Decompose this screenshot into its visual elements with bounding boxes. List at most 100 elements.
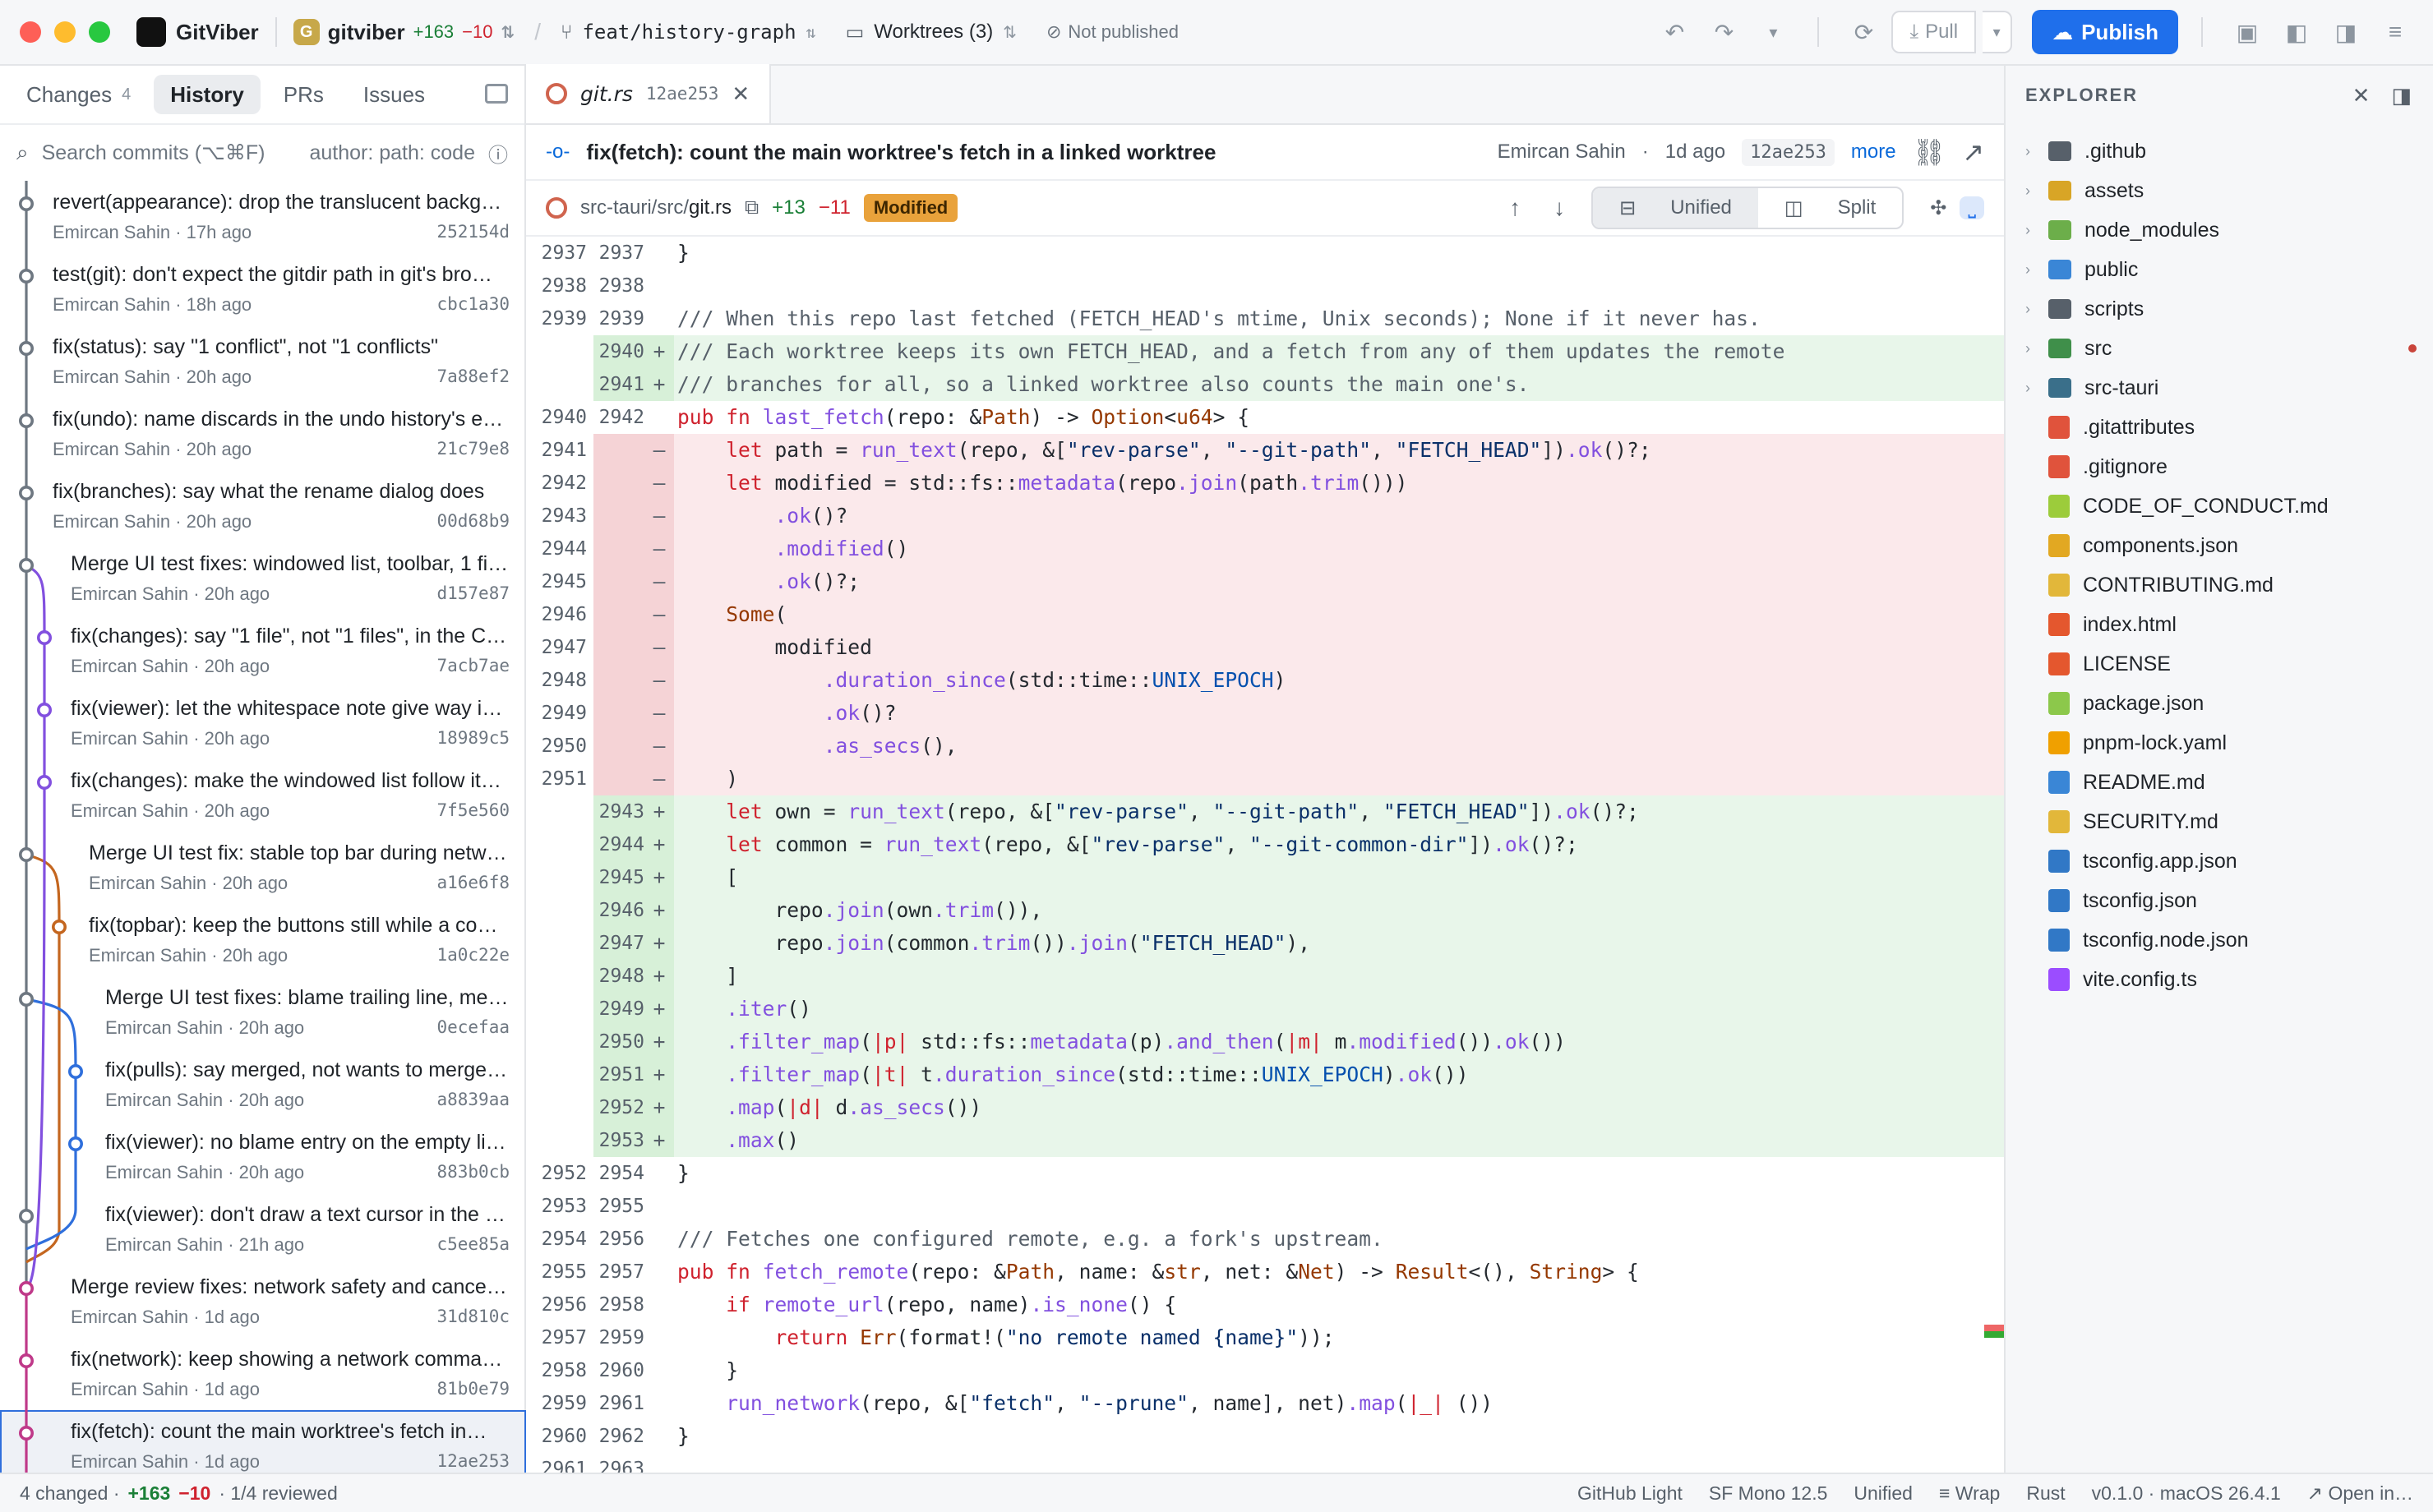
history-dropdown-icon[interactable]: ▾ <box>1752 11 1794 53</box>
diff-line-context[interactable]: 2940 2942 pub fn last_fetch(repo: &Path) -… <box>526 401 2004 434</box>
tab-issues[interactable]: Issues <box>347 75 441 114</box>
arrow-up-icon[interactable]: ↑ <box>1509 195 1521 221</box>
diff-line-context[interactable]: 2957 2959 return Err(format!("no remote n… <box>526 1321 2004 1354</box>
pull-options-button[interactable]: ▾ <box>1983 11 2013 53</box>
diff-line-context[interactable]: 2958 2960 } <box>526 1354 2004 1387</box>
undo-icon[interactable]: ↶ <box>1653 11 1696 53</box>
folder-item[interactable]: › .github <box>2006 131 2433 171</box>
editor-tab-git-rs[interactable]: git.rs 12ae253 ✕ <box>526 64 772 123</box>
diff-line-removed[interactable]: 2950 — .as_secs(), <box>526 730 2004 763</box>
zoom-window-button[interactable] <box>89 21 110 43</box>
split-view-button[interactable]: ◫ Split <box>1758 188 1902 228</box>
folder-item[interactable]: › node_modules <box>2006 210 2433 250</box>
collapse-unchanged-icon[interactable]: ✣ <box>1930 196 1946 220</box>
pull-button[interactable]: ⤓ Pull <box>1891 11 1977 53</box>
diff-line-removed[interactable]: 2945 — .ok()?; <box>526 565 2004 598</box>
branch-switcher[interactable]: ⑂ feat/history-graph ⇅ <box>561 21 816 44</box>
folder-item[interactable]: › src <box>2006 329 2433 368</box>
terminal-icon[interactable]: ▣ <box>2226 11 2269 53</box>
diff-line-context[interactable]: 2953 2955 <box>526 1190 2004 1223</box>
diff-body[interactable]: 2937 2937} 2938 2938 2939 2939 /// When this … <box>526 237 2004 1473</box>
diff-line-context[interactable]: 2959 2961 run_network(repo, &["fetch", "-… <box>526 1387 2004 1420</box>
collapse-panel-icon[interactable]: ◨ <box>2391 83 2413 108</box>
left-sidebar-toggle-icon[interactable]: ◧ <box>2275 11 2318 53</box>
right-sidebar-toggle-icon[interactable]: ◨ <box>2325 11 2367 53</box>
folder-item[interactable]: › assets <box>2006 171 2433 210</box>
search-input[interactable]: Search commits (⌥⌘F) <box>42 141 297 165</box>
diff-line-removed[interactable]: 2944 — .modified() <box>526 532 2004 565</box>
commit-search[interactable]: ⌕ Search commits (⌥⌘F) author: path: cod… <box>0 125 524 181</box>
copy-icon[interactable]: ⧉ <box>745 196 759 219</box>
file-item[interactable]: .gitattributes <box>2006 408 2433 447</box>
file-item[interactable]: LICENSE <box>2006 644 2433 684</box>
diff-line-context[interactable]: 2955 2957 pub fn fetch_remote(repo: &Path,… <box>526 1256 2004 1288</box>
diff-line-context[interactable]: 2937 2937} <box>526 237 2004 270</box>
diff-line-added[interactable]: 2946 + repo.join(own.trim()), <box>526 894 2004 927</box>
arrow-down-icon[interactable]: ↓ <box>1554 195 1565 221</box>
chevron-right-icon[interactable]: › <box>2025 380 2048 397</box>
language-selector[interactable]: Rust <box>2026 1482 2065 1505</box>
diff-line-context[interactable]: 2952 2954} <box>526 1157 2004 1190</box>
font-selector[interactable]: SF Mono 12.5 <box>1709 1482 1827 1505</box>
diff-line-added[interactable]: 2950 + .filter_map(|p| std::fs::metadata(… <box>526 1026 2004 1058</box>
diff-line-removed[interactable]: 2946 — Some( <box>526 598 2004 631</box>
file-item[interactable]: CODE_OF_CONDUCT.md <box>2006 486 2433 526</box>
file-item[interactable]: index.html <box>2006 605 2433 644</box>
redo-icon[interactable]: ↷ <box>1702 11 1745 53</box>
diff-line-added[interactable]: 2948 + ] <box>526 960 2004 993</box>
diff-line-removed[interactable]: 2949 — .ok()? <box>526 697 2004 730</box>
diff-line-added[interactable]: 2952 + .map(|d| d.as_secs()) <box>526 1091 2004 1124</box>
folder-item[interactable]: › scripts <box>2006 289 2433 329</box>
chevron-right-icon[interactable]: › <box>2025 182 2048 200</box>
close-tab-icon[interactable]: ✕ <box>732 81 750 107</box>
file-item[interactable]: .gitignore <box>2006 447 2433 486</box>
chevron-right-icon[interactable]: › <box>2025 261 2048 279</box>
close-icon[interactable]: ✕ <box>2352 83 2372 108</box>
wrap-toggle[interactable]: ≡ Wrap <box>1939 1482 2000 1505</box>
commit-sha[interactable]: 12ae253 <box>1742 138 1835 166</box>
open-in-button[interactable]: ↗ Open in… <box>2307 1482 2413 1505</box>
file-item[interactable]: package.json <box>2006 684 2433 723</box>
diff-line-context[interactable]: 2954 2956 /// Fetches one configured remot… <box>526 1223 2004 1256</box>
diff-line-context[interactable]: 2939 2939 /// When this repo last fetched … <box>526 302 2004 335</box>
diff-line-removed[interactable]: 2941 — let path = run_text(repo, &["rev-p… <box>526 434 2004 467</box>
diff-line-added[interactable]: 2953 + .max() <box>526 1124 2004 1157</box>
link-icon[interactable]: ⛓ <box>1913 136 1946 168</box>
diff-line-context[interactable]: 2960 2962} <box>526 1420 2004 1453</box>
diff-line-added[interactable]: 2947 + repo.join(common.trim()).join("FET… <box>526 927 2004 960</box>
tab-history[interactable]: History <box>154 75 261 114</box>
diff-line-context[interactable]: 2961 2963 <box>526 1453 2004 1473</box>
external-link-icon[interactable]: ↗ <box>1962 136 1984 168</box>
folder-item[interactable]: › src-tauri <box>2006 368 2433 408</box>
file-item[interactable]: CONTRIBUTING.md <box>2006 565 2433 605</box>
app-brand[interactable]: GitViber <box>136 17 259 47</box>
file-item[interactable]: pnpm-lock.yaml <box>2006 723 2433 763</box>
unified-view-button[interactable]: ⊟ Unified <box>1593 188 1758 228</box>
diff-line-added[interactable]: 2949 + .iter() <box>526 993 2004 1026</box>
chevron-right-icon[interactable]: › <box>2025 222 2048 239</box>
minimize-window-button[interactable] <box>54 21 76 43</box>
diff-line-context[interactable]: 2956 2958 if remote_url(repo, name).is_no… <box>526 1288 2004 1321</box>
publish-button[interactable]: ☁ Publish <box>2032 10 2178 54</box>
whitespace-toggle-icon[interactable]: ⎵ <box>1960 196 1984 219</box>
chevron-right-icon[interactable]: › <box>2025 340 2048 357</box>
diff-line-context[interactable]: 2938 2938 <box>526 270 2004 302</box>
chevron-right-icon[interactable]: › <box>2025 143 2048 160</box>
refresh-icon[interactable]: ⟳ <box>1842 11 1885 53</box>
file-item[interactable]: tsconfig.app.json <box>2006 841 2433 881</box>
diff-line-added[interactable]: 2951 + .filter_map(|t| t.duration_since(s… <box>526 1058 2004 1091</box>
more-link[interactable]: more <box>1851 141 1896 164</box>
file-item[interactable]: tsconfig.json <box>2006 881 2433 920</box>
close-window-button[interactable] <box>20 21 41 43</box>
diff-line-removed[interactable]: 2951 — ) <box>526 763 2004 795</box>
settings-sliders-icon[interactable]: ≡ <box>2374 11 2417 53</box>
theme-selector[interactable]: GitHub Light <box>1577 1482 1683 1505</box>
diff-line-added[interactable]: 2943 + let own = run_text(repo, &["rev-pa… <box>526 795 2004 828</box>
view-mode-selector[interactable]: Unified <box>1854 1482 1913 1505</box>
help-icon[interactable]: ⓘ <box>488 139 508 168</box>
diff-line-removed[interactable]: 2943 — .ok()? <box>526 500 2004 532</box>
file-item[interactable]: SECURITY.md <box>2006 802 2433 841</box>
collapse-panel-icon[interactable] <box>485 84 508 104</box>
diff-line-removed[interactable]: 2947 — modified <box>526 631 2004 664</box>
diff-line-added[interactable]: 2945 + [ <box>526 861 2004 894</box>
